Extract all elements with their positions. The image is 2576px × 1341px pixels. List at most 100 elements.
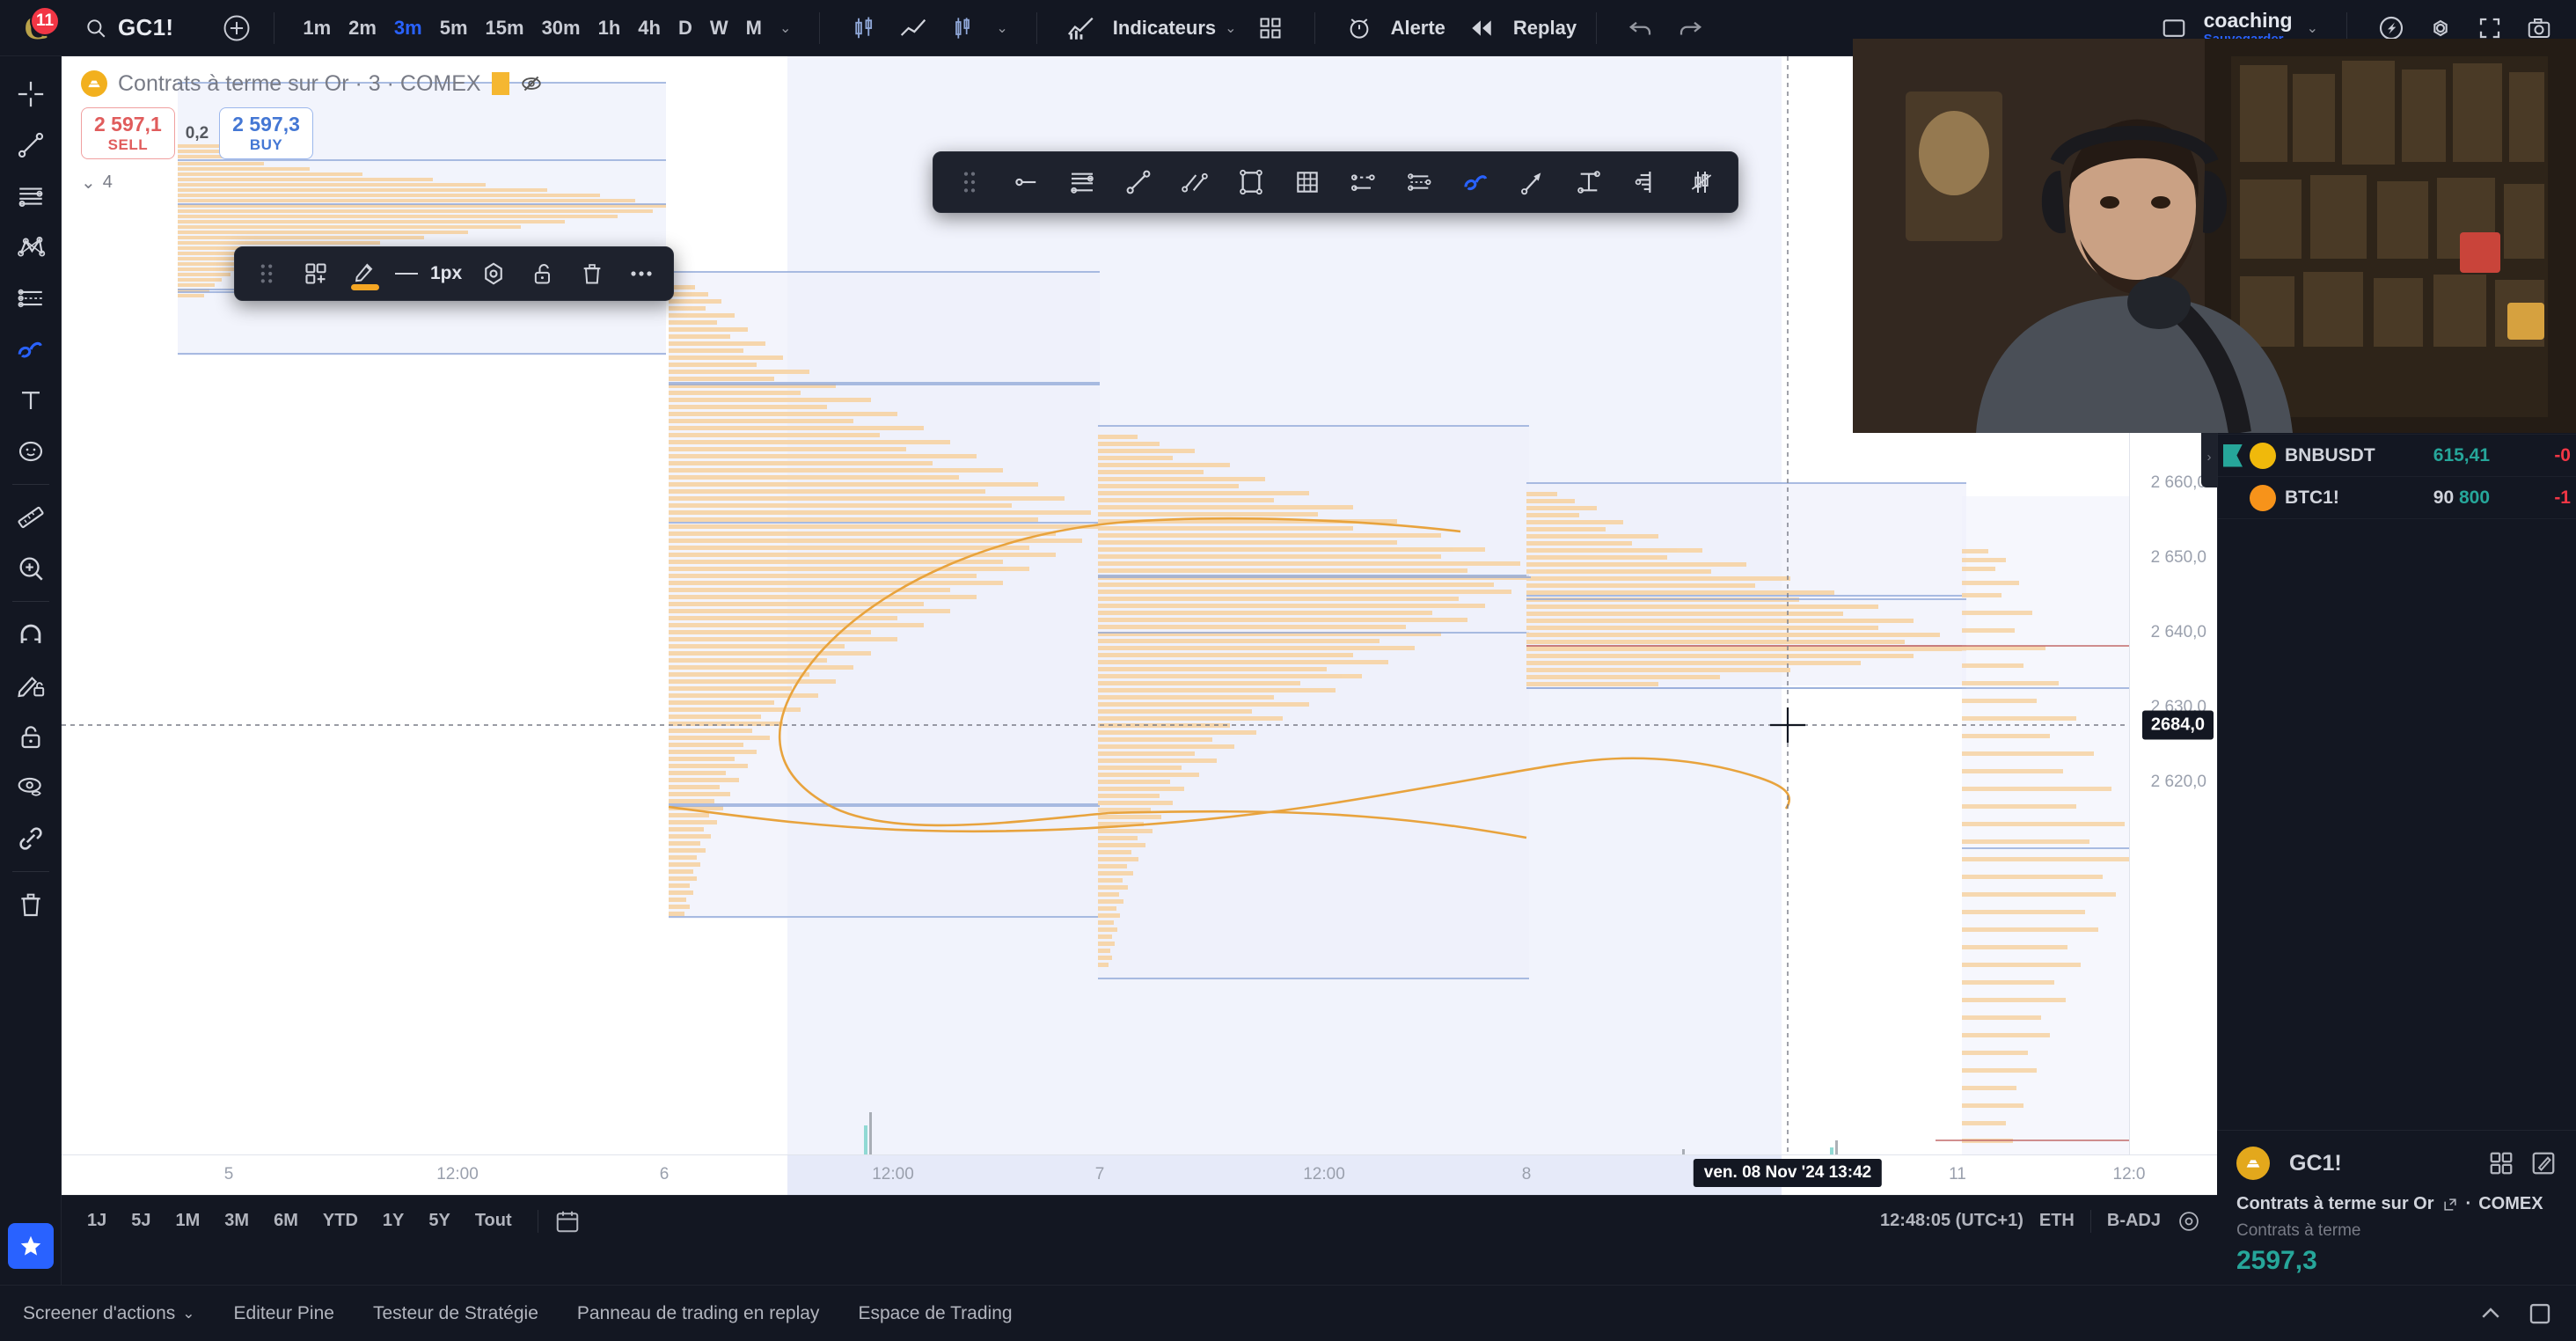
range-5J[interactable]: 5J xyxy=(121,1206,160,1235)
hide-drawings-tool[interactable] xyxy=(7,762,55,813)
chevron-down-icon[interactable]: ⌄ xyxy=(81,172,96,194)
calendar-icon[interactable] xyxy=(554,1208,581,1235)
footer-link[interactable]: Espace de Trading xyxy=(858,1303,1012,1324)
adjust-label[interactable]: B-ADJ xyxy=(2107,1211,2161,1231)
add-template-icon[interactable] xyxy=(293,252,339,296)
measure-icon[interactable] xyxy=(1563,158,1614,207)
legend-extra-row[interactable]: ⌄ 4 xyxy=(81,172,543,194)
unlock-icon[interactable] xyxy=(520,252,566,296)
user-avatar[interactable]: G 11 xyxy=(12,5,62,48)
range-6M[interactable]: 6M xyxy=(264,1206,308,1235)
timeframe-more-chevron[interactable]: ⌄ xyxy=(779,19,791,37)
sync-drawings-tool[interactable] xyxy=(7,813,55,864)
footer-link[interactable]: Testeur de Stratégie xyxy=(373,1303,538,1324)
undo-button[interactable] xyxy=(1622,10,1659,47)
gann-fan-tool[interactable] xyxy=(7,222,55,273)
range-3M[interactable]: 3M xyxy=(215,1206,259,1235)
replay-button[interactable] xyxy=(1463,10,1500,47)
clock-label[interactable]: 12:48:05 (UTC+1) xyxy=(1880,1211,2023,1231)
chevron-up-icon[interactable] xyxy=(2477,1301,2504,1327)
eye-crossed-icon[interactable] xyxy=(520,72,543,95)
replay-label[interactable]: Replay xyxy=(1513,17,1577,40)
more-dots-icon[interactable] xyxy=(618,252,664,296)
watchlist-row[interactable]: BNBUSDT 615,41 -0 xyxy=(2218,435,2576,477)
range-YTD[interactable]: YTD xyxy=(313,1206,368,1235)
drawing-mode-tool[interactable] xyxy=(7,660,55,711)
indicators-label[interactable]: Indicateurs xyxy=(1113,17,1216,40)
remove-drawings-tool[interactable] xyxy=(7,879,55,930)
indicators-button[interactable] xyxy=(1063,10,1100,47)
settings-icon[interactable] xyxy=(471,252,516,296)
anchored-vwap-icon[interactable] xyxy=(1676,158,1727,207)
volume-profile-icon[interactable] xyxy=(1620,158,1671,207)
layout-chevron[interactable]: ⌄ xyxy=(2307,19,2318,37)
timeframe-1m[interactable]: 1m xyxy=(294,11,340,46)
timeframe-D[interactable]: D xyxy=(670,11,701,46)
add-symbol-button[interactable] xyxy=(219,11,254,46)
pitchfork-icon[interactable] xyxy=(1338,158,1389,207)
footer-link[interactable]: Screener d'actions ⌄ xyxy=(23,1303,195,1324)
favorites-button[interactable] xyxy=(7,1223,54,1269)
timeframe-1h[interactable]: 1h xyxy=(589,11,630,46)
timeframe-5m[interactable]: 5m xyxy=(431,11,477,46)
range-1M[interactable]: 1M xyxy=(166,1206,210,1235)
fib-retracement-tool[interactable] xyxy=(7,273,55,324)
lock-drawings-tool[interactable] xyxy=(7,711,55,762)
horizontal-lines-tool[interactable] xyxy=(7,171,55,222)
symbol-search[interactable]: GC1! xyxy=(76,9,182,47)
external-link-icon[interactable] xyxy=(2441,1196,2459,1213)
magnet-tool[interactable] xyxy=(7,609,55,660)
footer-link[interactable]: Panneau de trading en replay xyxy=(577,1303,820,1324)
watchlist-row[interactable]: BTC1! 90 800 -1 xyxy=(2218,477,2576,519)
edit-icon[interactable] xyxy=(2530,1150,2557,1176)
timeframe-3m[interactable]: 3m xyxy=(385,11,431,46)
timeframe-M[interactable]: M xyxy=(737,11,771,46)
line-chart-button[interactable] xyxy=(895,10,932,47)
range-1Y[interactable]: 1Y xyxy=(373,1206,413,1235)
indicators-chevron[interactable]: ⌄ xyxy=(1225,19,1236,37)
brush-tool[interactable] xyxy=(7,324,55,375)
redo-button[interactable] xyxy=(1672,10,1709,47)
line-thickness-label[interactable]: 1px xyxy=(425,263,467,284)
range-1J[interactable]: 1J xyxy=(77,1206,116,1235)
timeframe-W[interactable]: W xyxy=(701,11,737,46)
text-tool[interactable] xyxy=(7,375,55,426)
zoom-in-tool[interactable] xyxy=(7,543,55,594)
alert-button[interactable] xyxy=(1341,10,1378,47)
expand-icon[interactable] xyxy=(2527,1301,2553,1327)
timeframe-15m[interactable]: 15m xyxy=(477,11,533,46)
range-Tout[interactable]: Tout xyxy=(465,1206,522,1235)
chevron-down-icon[interactable]: ⌄ xyxy=(182,1305,194,1323)
sell-button[interactable]: 2 597,1 SELL xyxy=(81,107,175,159)
timeframe-4h[interactable]: 4h xyxy=(629,11,670,46)
crosshair-tool[interactable] xyxy=(7,69,55,120)
fib-channel-icon[interactable] xyxy=(1394,158,1445,207)
drag-dots-icon[interactable] xyxy=(244,252,289,296)
rectangle-icon[interactable] xyxy=(1226,158,1277,207)
measure-tool[interactable] xyxy=(7,492,55,543)
fib-levels-icon[interactable] xyxy=(1057,158,1108,207)
trend-line-icon[interactable] xyxy=(1113,158,1164,207)
brush-icon[interactable] xyxy=(1451,158,1502,207)
trash-icon[interactable] xyxy=(569,252,615,296)
horizontal-ray-icon[interactable] xyxy=(1000,158,1051,207)
bar-chart-button[interactable] xyxy=(944,10,981,47)
chart-type-chevron[interactable]: ⌄ xyxy=(996,19,1007,37)
line-style-icon[interactable] xyxy=(392,252,421,296)
buy-button[interactable]: 2 597,3 BUY xyxy=(219,107,313,159)
yellow-flag-icon[interactable] xyxy=(491,72,509,95)
timeframe-30m[interactable]: 30m xyxy=(533,11,589,46)
grid-icon[interactable] xyxy=(1282,158,1333,207)
emoji-tool[interactable] xyxy=(7,426,55,477)
arrow-icon[interactable] xyxy=(1507,158,1558,207)
parallel-channel-icon[interactable] xyxy=(1169,158,1220,207)
trend-line-tool[interactable] xyxy=(7,120,55,171)
pen-color-button[interactable] xyxy=(342,252,388,296)
timeframe-2m[interactable]: 2m xyxy=(340,11,385,46)
legend-title-row[interactable]: Contrats à terme sur Or · 3 · COMEX xyxy=(81,70,543,97)
webcam-overlay[interactable] xyxy=(1853,39,2576,433)
candlestick-chart-button[interactable] xyxy=(845,10,882,47)
templates-button[interactable] xyxy=(1252,10,1289,47)
drag-dots-icon[interactable] xyxy=(944,158,995,207)
grid-icon[interactable] xyxy=(2488,1150,2514,1176)
